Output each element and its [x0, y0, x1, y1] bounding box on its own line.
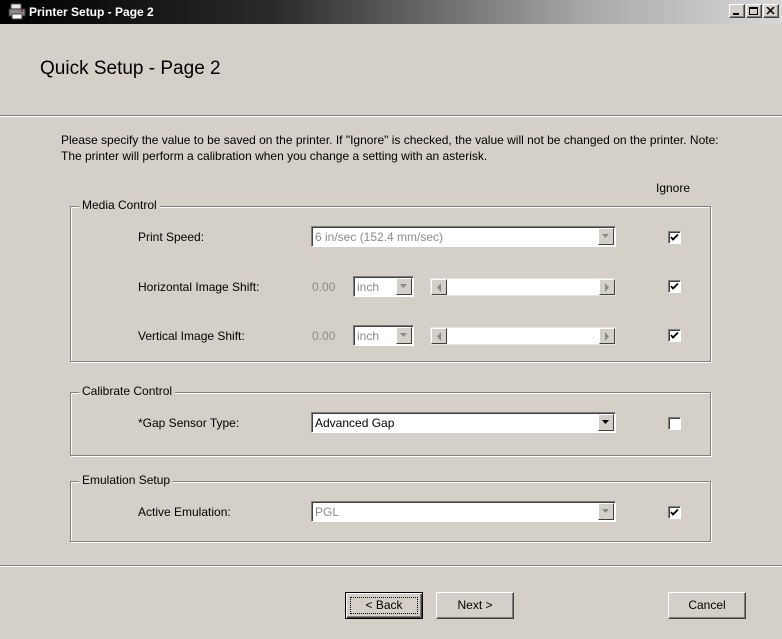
vertical-shift-unit-select: inch	[353, 325, 414, 346]
active-emulation-label: Active Emulation:	[138, 505, 231, 519]
gap-sensor-select[interactable]: Advanced Gap	[311, 412, 616, 433]
gap-sensor-label: *Gap Sensor Type:	[138, 416, 240, 430]
calibrate-control-legend: Calibrate Control	[79, 384, 176, 398]
gap-sensor-value: Advanced Gap	[315, 416, 395, 430]
active-emulation-ignore-checkbox[interactable]	[668, 506, 681, 519]
arrow-right-icon	[605, 332, 609, 341]
title-bar: Printer Setup - Page 2	[0, 0, 782, 24]
next-button[interactable]: Next >	[436, 592, 514, 619]
vertical-shift-slider	[430, 327, 616, 345]
minimize-button[interactable]	[729, 4, 745, 18]
maximize-icon	[749, 7, 758, 15]
scroll-left-button	[431, 279, 447, 295]
horizontal-shift-unit-select: inch	[353, 276, 414, 297]
horizontal-shift-ignore-checkbox[interactable]	[668, 280, 681, 293]
print-speed-value: 6 in/sec (152.4 mm/sec)	[315, 230, 444, 244]
vertical-shift-ignore-checkbox[interactable]	[668, 329, 681, 342]
page-title: Quick Setup - Page 2	[40, 58, 221, 79]
horizontal-shift-slider	[430, 278, 616, 296]
checkmark-icon	[670, 233, 679, 241]
horizontal-shift-unit-value: inch	[357, 280, 380, 294]
gap-sensor-dropdown-button[interactable]	[598, 414, 614, 431]
horizontal-shift-label: Horizontal Image Shift:	[138, 280, 260, 294]
gap-sensor-ignore-checkbox[interactable]	[668, 417, 681, 430]
maximize-button[interactable]	[746, 4, 762, 18]
vertical-shift-unit-value: inch	[357, 329, 380, 343]
scroll-right-button	[599, 328, 615, 344]
arrow-left-icon	[437, 283, 441, 292]
horizontal-unit-dropdown-button	[396, 278, 412, 295]
next-button-label: Next >	[457, 598, 493, 612]
chevron-down-icon	[400, 284, 407, 288]
print-speed-dropdown-button	[598, 228, 614, 245]
media-control-legend: Media Control	[79, 198, 160, 212]
printer-app-icon	[8, 3, 26, 20]
close-icon	[766, 7, 775, 15]
checkmark-icon	[670, 331, 679, 339]
window-title: Printer Setup - Page 2	[29, 5, 154, 19]
minimize-icon	[733, 13, 739, 15]
checkmark-icon	[670, 282, 679, 290]
horizontal-shift-value: 0.00	[312, 280, 336, 294]
active-emulation-value: PGL	[315, 505, 340, 519]
close-button[interactable]	[763, 4, 779, 18]
cancel-button[interactable]: Cancel	[668, 592, 746, 619]
print-speed-select: 6 in/sec (152.4 mm/sec)	[311, 226, 616, 247]
checkmark-icon	[670, 508, 679, 516]
vertical-unit-dropdown-button	[396, 327, 412, 344]
scroll-right-button	[599, 279, 615, 295]
footer-divider	[0, 565, 782, 567]
arrow-right-icon	[605, 283, 609, 292]
vertical-shift-label: Vertical Image Shift:	[138, 329, 245, 343]
vertical-shift-value: 0.00	[312, 329, 336, 343]
cancel-button-label: Cancel	[688, 598, 726, 612]
ignore-column-header: Ignore	[656, 181, 691, 195]
emulation-setup-legend: Emulation Setup	[79, 473, 174, 487]
chevron-down-icon	[602, 420, 609, 424]
instructions-text: Please specify the value to be saved on …	[61, 133, 719, 163]
active-emulation-select: PGL	[311, 501, 616, 522]
print-speed-label: Print Speed:	[138, 230, 205, 244]
focus-rectangle	[350, 597, 418, 614]
chevron-down-icon	[602, 234, 609, 238]
back-button[interactable]: < Back	[345, 592, 423, 619]
print-speed-ignore-checkbox[interactable]	[668, 231, 681, 244]
arrow-left-icon	[437, 332, 441, 341]
chevron-down-icon	[400, 333, 407, 337]
scroll-left-button	[431, 328, 447, 344]
wizard-header: Quick Setup - Page 2	[0, 24, 782, 116]
active-emulation-dropdown-button	[598, 503, 614, 520]
chevron-down-icon	[602, 509, 609, 513]
